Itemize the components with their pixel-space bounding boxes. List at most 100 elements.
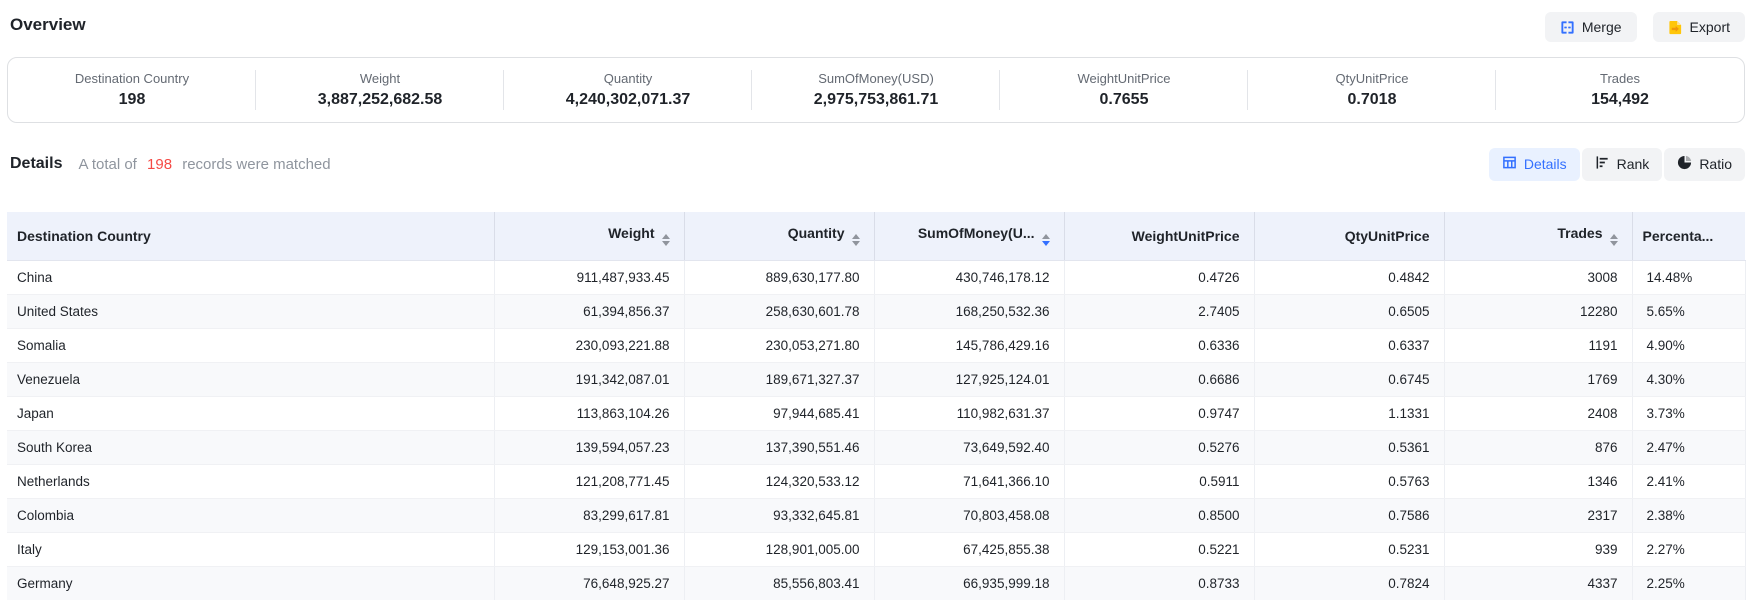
table-row-japan: Japan113,863,104.2697,944,685.41110,982,… (7, 396, 1745, 430)
export-button[interactable]: Export (1653, 12, 1745, 42)
cell-qtyunitprice: 0.6745 (1254, 362, 1444, 396)
stat-quantity: Quantity 4,240,302,071.37 (504, 58, 752, 122)
cell-weightunitprice: 0.6336 (1064, 328, 1254, 362)
sort-carets-icon (662, 234, 670, 246)
cell-quantity: 889,630,177.80 (684, 260, 874, 294)
cell-weightunitprice: 0.8733 (1064, 566, 1254, 600)
tab-details[interactable]: Details (1489, 148, 1580, 181)
export-file-icon (1668, 20, 1683, 35)
stat-value: 154,492 (1591, 91, 1649, 109)
cell-weight: 230,093,221.88 (494, 328, 684, 362)
column-header-weightunitprice: WeightUnitPrice (1064, 212, 1254, 260)
merge-button[interactable]: Merge (1545, 12, 1637, 42)
stat-label: SumOfMoney(USD) (818, 71, 934, 86)
stat-value: 198 (119, 91, 146, 109)
cell-quantity: 97,944,685.41 (684, 396, 874, 430)
cell-qtyunitprice: 1.1331 (1254, 396, 1444, 430)
details-subtitle: A total of 198 records were matched (78, 156, 330, 173)
cell-weight: 129,153,001.36 (494, 532, 684, 566)
tab-label: Ratio (1699, 156, 1732, 173)
cell-country: Venezuela (7, 362, 494, 396)
cell-sumofmoney-u: 168,250,532.36 (874, 294, 1064, 328)
cell-trades: 1769 (1444, 362, 1632, 396)
sort-carets-icon (1042, 234, 1050, 246)
cell-sumofmoney-u: 110,982,631.37 (874, 396, 1064, 430)
cell-qtyunitprice: 0.4842 (1254, 260, 1444, 294)
stat-value: 0.7655 (1100, 91, 1149, 109)
cell-country: Japan (7, 396, 494, 430)
cell-weight: 139,594,057.23 (494, 430, 684, 464)
stat-label: QtyUnitPrice (1336, 71, 1409, 86)
stat-label: WeightUnitPrice (1078, 71, 1171, 86)
table-grid-icon (1502, 155, 1517, 174)
cell-percenta: 2.38% (1632, 498, 1745, 532)
cell-trades: 1346 (1444, 464, 1632, 498)
overview-stats-card: Destination Country198Weight3,887,252,68… (7, 57, 1745, 123)
cell-percenta: 4.90% (1632, 328, 1745, 362)
cell-sumofmoney-u: 71,641,366.10 (874, 464, 1064, 498)
column-header-quantity[interactable]: Quantity (684, 212, 874, 260)
stat-label: Quantity (604, 71, 652, 86)
merge-button-label: Merge (1582, 19, 1622, 35)
column-header-percenta: Percenta... (1632, 212, 1745, 260)
cell-weight: 76,648,925.27 (494, 566, 684, 600)
table-row-somalia: Somalia230,093,221.88230,053,271.80145,7… (7, 328, 1745, 362)
cell-weight: 191,342,087.01 (494, 362, 684, 396)
stat-qtyunitprice: QtyUnitPrice0.7018 (1248, 58, 1496, 122)
cell-weightunitprice: 0.5221 (1064, 532, 1254, 566)
column-header-label: Percenta... (1643, 228, 1714, 244)
cell-percenta: 5.65% (1632, 294, 1745, 328)
cell-country: Germany (7, 566, 494, 600)
cell-percenta: 3.73% (1632, 396, 1745, 430)
stat-label: Weight (360, 71, 400, 86)
cell-trades: 876 (1444, 430, 1632, 464)
cell-trades: 1191 (1444, 328, 1632, 362)
cell-trades: 12280 (1444, 294, 1632, 328)
cell-weight: 113,863,104.26 (494, 396, 684, 430)
cell-country: Somalia (7, 328, 494, 362)
column-header-trades[interactable]: Trades (1444, 212, 1632, 260)
column-header-qtyunitprice: QtyUnitPrice (1254, 212, 1444, 260)
cell-quantity: 230,053,271.80 (684, 328, 874, 362)
tab-rank[interactable]: Rank (1582, 148, 1663, 181)
table-row-colombia: Colombia83,299,617.8193,332,645.8170,803… (7, 498, 1745, 532)
column-header-label: Weight (608, 225, 654, 241)
tab-ratio[interactable]: Ratio (1664, 148, 1745, 181)
cell-quantity: 93,332,645.81 (684, 498, 874, 532)
cell-quantity: 189,671,327.37 (684, 362, 874, 396)
column-header-label: WeightUnitPrice (1132, 228, 1240, 244)
cell-trades: 4337 (1444, 566, 1632, 600)
cell-qtyunitprice: 0.5763 (1254, 464, 1444, 498)
details-table: Destination Country Weight QuantitySumOfMo… (7, 212, 1746, 600)
cell-weightunitprice: 0.5276 (1064, 430, 1254, 464)
stat-destination-country: Destination Country198 (8, 58, 256, 122)
tab-label: Details (1524, 156, 1567, 173)
cell-quantity: 85,556,803.41 (684, 566, 874, 600)
cell-weight: 61,394,856.37 (494, 294, 684, 328)
cell-quantity: 258,630,601.78 (684, 294, 874, 328)
cell-percenta: 14.48% (1632, 260, 1745, 294)
table-row-germany: Germany76,648,925.2785,556,803.4166,935,… (7, 566, 1745, 600)
cell-quantity: 124,320,533.12 (684, 464, 874, 498)
cell-country: Netherlands (7, 464, 494, 498)
cell-sumofmoney-u: 430,746,178.12 (874, 260, 1064, 294)
table-row-china: China911,487,933.45889,630,177.80430,746… (7, 260, 1745, 294)
details-subtitle-prefix: A total of (78, 156, 136, 173)
cell-sumofmoney-u: 73,649,592.40 (874, 430, 1064, 464)
column-header-weight[interactable]: Weight (494, 212, 684, 260)
cell-country: Colombia (7, 498, 494, 532)
column-header-sumofmoney-u[interactable]: SumOfMoney(U... (874, 212, 1064, 260)
cell-sumofmoney-u: 66,935,999.18 (874, 566, 1064, 600)
stat-trades: Trades154,492 (1496, 58, 1744, 122)
cell-trades: 2408 (1444, 396, 1632, 430)
cell-country: United States (7, 294, 494, 328)
cell-qtyunitprice: 0.6505 (1254, 294, 1444, 328)
stat-value: 2,975,753,861.71 (814, 91, 939, 109)
column-header-label: Destination Country (17, 228, 151, 244)
stat-value: 4,240,302,071.37 (566, 91, 691, 109)
cell-quantity: 137,390,551.46 (684, 430, 874, 464)
bar-rank-icon (1595, 155, 1610, 174)
merge-icon (1560, 20, 1575, 35)
cell-weightunitprice: 0.8500 (1064, 498, 1254, 532)
cell-country: Italy (7, 532, 494, 566)
